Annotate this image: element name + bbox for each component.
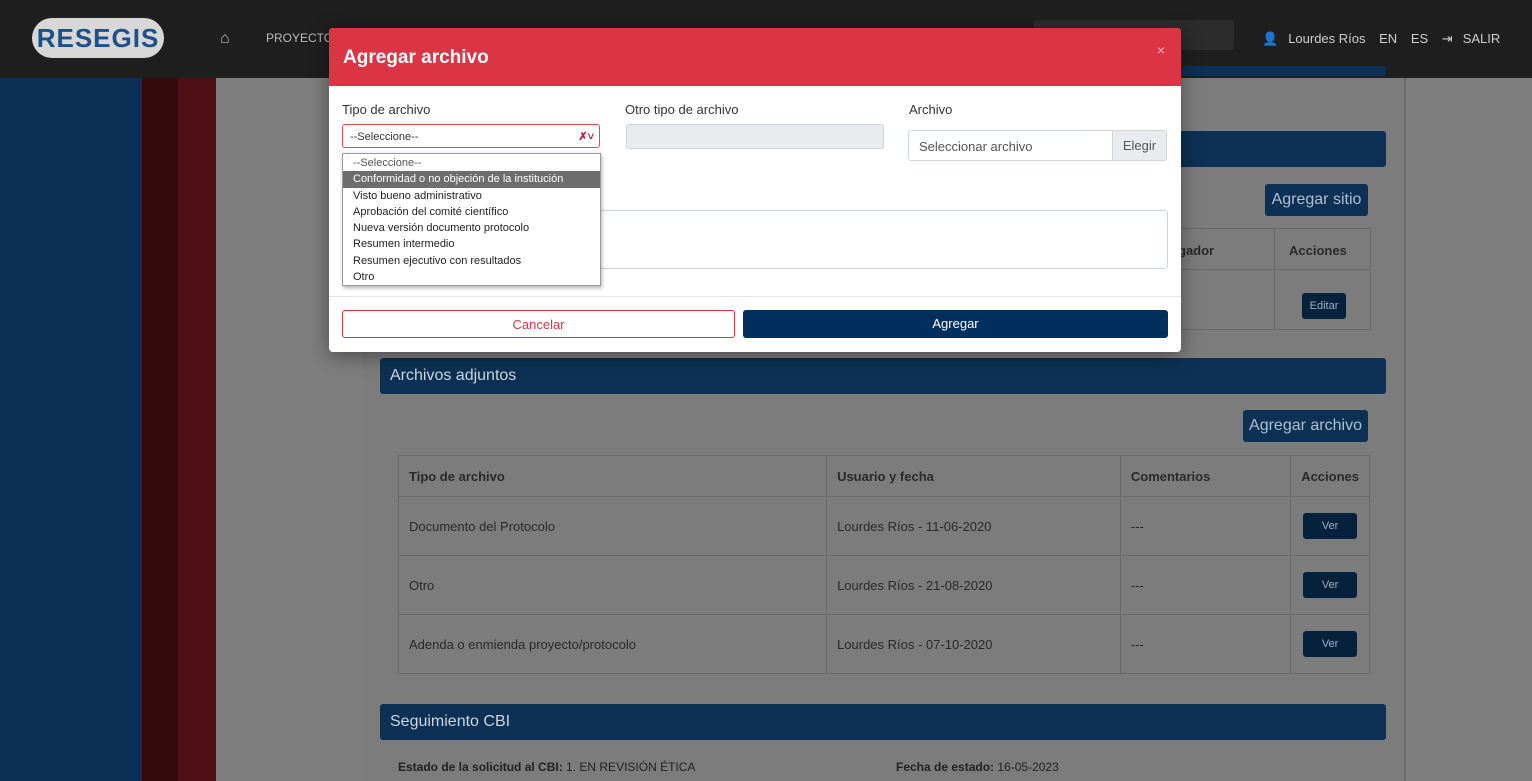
estado-value: 1. EN REVISIÓN ÉTICA (566, 760, 696, 774)
file-placeholder: Seleccionar archivo (919, 139, 1033, 154)
panel-seguimiento-header: Seguimiento CBI (380, 704, 1386, 740)
otro-tipo-input[interactable] (626, 124, 884, 149)
tipo-archivo-select[interactable]: --Seleccione-- ✗˅ (342, 124, 600, 148)
tipo-archivo-options: --Seleccione-- Conformidad o no objeción… (342, 153, 601, 286)
sites-col-acciones: Acciones (1289, 243, 1347, 258)
option-item[interactable]: Nueva versión documento protocolo (343, 220, 600, 236)
row-tipo: Adenda o enmienda proyecto/protocolo (397, 614, 828, 674)
left-decor-blue (0, 78, 142, 781)
col-tipo: Tipo de archivo (397, 455, 828, 497)
logout-link[interactable]: SALIR (1463, 31, 1501, 46)
add-site-button[interactable]: Agregar sitio (1265, 184, 1368, 216)
option-item[interactable]: Visto bueno administrativo (343, 188, 600, 204)
attachments-table: Tipo de archivo Usuario y fecha Comentar… (397, 455, 1370, 674)
row-tipo: Documento del Protocolo (397, 496, 828, 556)
row-comentarios: --- (1119, 614, 1292, 674)
estado-label: Estado de la solicitud al CBI: (398, 760, 563, 774)
row-acciones: Ver (1290, 496, 1370, 556)
modal-title: Agregar archivo (343, 47, 489, 68)
col-usuario-fecha: Usuario y fecha (826, 455, 1121, 497)
row-usuario-fecha: Lourdes Ríos - 11-06-2020 (826, 496, 1121, 556)
sites-col-acciones-cell: Acciones (1274, 229, 1371, 269)
modal-footer-divider (329, 296, 1181, 297)
sites-col-divider (1274, 269, 1275, 329)
attachments-header-row: Tipo de archivo Usuario y fecha Comentar… (397, 455, 1370, 497)
tipo-archivo-label: Tipo de archivo (342, 102, 431, 117)
add-button[interactable]: Agregar (743, 310, 1168, 338)
row-acciones: Ver (1290, 614, 1370, 674)
lang-es-link[interactable]: ES (1411, 31, 1428, 46)
col-acciones: Acciones (1290, 455, 1370, 497)
ver-button[interactable]: Ver (1303, 572, 1358, 598)
table-row: Adenda o enmienda proyecto/protocolo Lou… (397, 614, 1370, 674)
close-icon[interactable]: × (1157, 42, 1165, 58)
user-name-link[interactable]: Lourdes Ríos (1288, 31, 1365, 46)
edit-site-button[interactable]: Editar (1302, 293, 1346, 319)
home-icon[interactable]: ⌂ (220, 30, 230, 48)
resegis-logo[interactable]: RESEGIS (32, 18, 164, 58)
nav-proyectos-link[interactable]: PROYECTO (266, 31, 333, 45)
row-comentarios: --- (1119, 496, 1292, 556)
lang-en-link[interactable]: EN (1379, 31, 1397, 46)
option-item[interactable]: Otro (343, 269, 600, 285)
logout-icon[interactable]: ⇥ (1442, 31, 1453, 46)
clear-chevron-icon[interactable]: ✗˅ (578, 125, 594, 149)
table-row: Documento del Protocolo Lourdes Ríos - 1… (397, 496, 1370, 556)
archivo-label: Archivo (909, 102, 953, 117)
row-usuario-fecha: Lourdes Ríos - 07-10-2020 (826, 614, 1121, 674)
file-choose-button[interactable]: Elegir (1112, 131, 1166, 160)
estado-solicitud: Estado de la solicitud al CBI: 1. EN REV… (398, 760, 695, 774)
option-item[interactable]: --Seleccione-- (343, 155, 600, 171)
sites-col-investigador: gador (1178, 243, 1215, 258)
option-item[interactable]: Resumen intermedio (343, 236, 600, 252)
row-tipo: Otro (397, 555, 828, 615)
select-value: --Seleccione-- (350, 131, 419, 143)
cancel-button[interactable]: Cancelar (342, 310, 735, 338)
panel-attachments-header: Archivos adjuntos (380, 358, 1386, 394)
fecha-label: Fecha de estado: (896, 760, 995, 774)
user-icon: 👤 (1262, 31, 1279, 46)
col-comentarios: Comentarios (1119, 455, 1292, 497)
fecha-value: 16-05-2023 (997, 760, 1059, 774)
right-divider (1404, 78, 1406, 781)
row-acciones: Ver (1290, 555, 1370, 615)
add-file-modal: Agregar archivo × Tipo de archivo Otro t… (329, 28, 1181, 352)
comments-textarea[interactable] (600, 210, 1168, 269)
option-item[interactable]: Conformidad o no objeción de la instituc… (343, 171, 600, 188)
fecha-estado: Fecha de estado: 16-05-2023 (896, 760, 1059, 774)
ver-button[interactable]: Ver (1303, 631, 1358, 657)
file-picker[interactable]: Seleccionar archivo Elegir (908, 130, 1167, 161)
otro-tipo-label: Otro tipo de archivo (625, 102, 739, 117)
row-usuario-fecha: Lourdes Ríos - 21-08-2020 (826, 555, 1121, 615)
left-decor-red-dark (142, 78, 178, 781)
table-row: Otro Lourdes Ríos - 21-08-2020 --- Ver (397, 555, 1370, 615)
modal-header: Agregar archivo × (329, 28, 1181, 86)
option-item[interactable]: Resumen ejecutivo con resultados (343, 253, 600, 269)
add-file-background-button[interactable]: Agregar archivo (1243, 410, 1368, 442)
row-comentarios: --- (1119, 555, 1292, 615)
ver-button[interactable]: Ver (1303, 513, 1358, 539)
option-item[interactable]: Aprobación del comité científico (343, 204, 600, 220)
user-area: 👤 Lourdes Ríos EN ES ⇥ SALIR (1262, 31, 1510, 47)
left-decor-red (178, 78, 216, 781)
